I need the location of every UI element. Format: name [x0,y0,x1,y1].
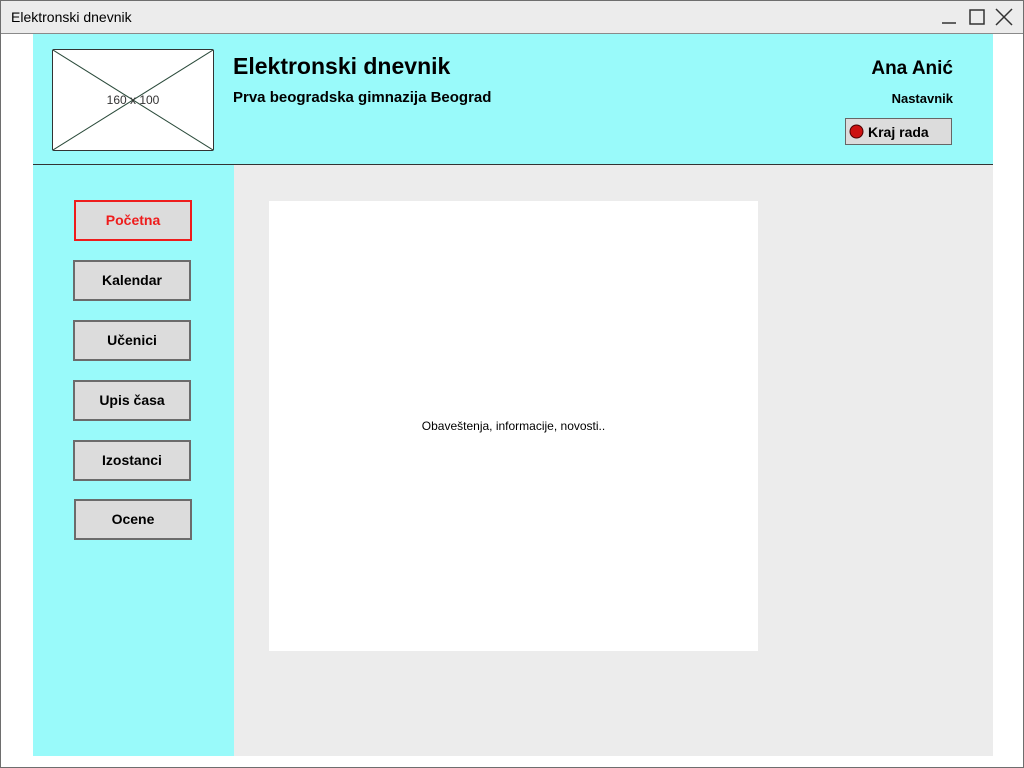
header: 160 x 100 Elektronski dnevnik Prva beogr… [33,34,993,165]
nav-ocene[interactable]: Ocene [74,499,192,540]
news-text: Obaveštenja, informacije, novosti.. [421,419,606,433]
nav-kalendar[interactable]: Kalendar [73,260,191,301]
logout-label: Kraj rada [868,124,929,140]
school-name: Prva beogradska gimnazija Beograd [233,89,492,106]
minimize-button[interactable] [939,7,959,27]
logo-size-label: 160 x 100 [106,93,160,107]
close-button[interactable] [994,7,1014,27]
minimize-icon [942,22,956,24]
sidebar: Početna Kalendar Učenici Upis časa Izost… [33,165,234,756]
user-name: Ana Anić [871,58,953,79]
nav-izostanci[interactable]: Izostanci [73,440,191,481]
main-content: Obaveštenja, informacije, novosti.. [234,165,993,756]
maximize-button[interactable] [967,7,987,27]
maximize-icon [969,9,985,25]
logout-button[interactable]: Kraj rada [845,118,952,145]
nav-upis-casa[interactable]: Upis časa [73,380,191,421]
stop-icon [849,124,864,139]
nav-pocetna[interactable]: Početna [74,200,192,241]
logo-placeholder: 160 x 100 [52,49,214,151]
app-frame: 160 x 100 Elektronski dnevnik Prva beogr… [1,34,1023,767]
nav-ucenici[interactable]: Učenici [73,320,191,361]
user-role: Nastavnik [891,91,953,106]
news-panel: Obaveštenja, informacije, novosti.. [269,201,758,651]
title-bar: Elektronski dnevnik [1,1,1023,34]
window-title: Elektronski dnevnik [11,9,132,25]
close-icon [995,8,1013,26]
app-title: Elektronski dnevnik [233,53,451,79]
app-window: Elektronski dnevnik 160 x 100 Elektronsk… [0,0,1024,768]
